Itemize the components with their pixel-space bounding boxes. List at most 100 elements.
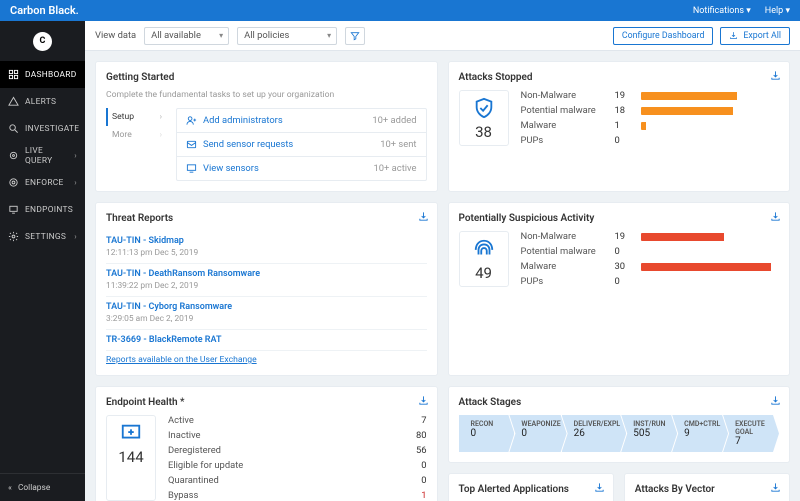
card-export-button[interactable] <box>770 482 781 493</box>
card-title: Attacks By Vector <box>635 484 779 495</box>
card-title: Potentially Suspicious Activity <box>459 213 780 224</box>
row-bar <box>641 233 780 241</box>
help-link[interactable]: Help ▾ <box>765 6 790 16</box>
stage-label: CMD+CTRL <box>684 420 722 428</box>
row-value: 0 <box>397 475 427 486</box>
sidebar-item-enforce[interactable]: ENFORCE› <box>0 169 85 196</box>
bar-row: Potential malware 0 <box>521 246 780 257</box>
threat-report-title[interactable]: TAU-TIN - DeathRansom Ransomware <box>106 269 427 279</box>
sidebar-item-settings[interactable]: SETTINGS› <box>0 223 85 250</box>
attack-stage[interactable]: WEAPONIZE0 <box>509 415 566 452</box>
row-label: Inactive <box>168 430 254 441</box>
row-label: Bypass <box>168 490 254 501</box>
card-export-button[interactable] <box>418 395 429 406</box>
attack-stage[interactable]: CMD+CTRL9 <box>672 415 728 452</box>
attack-stage[interactable]: RECON0 <box>459 415 515 452</box>
gs-meta: 10+ active <box>374 163 417 174</box>
metric-box: 49 <box>459 231 509 287</box>
attacks-stopped-card: Attacks Stopped 38 Non-Malware19Potentia… <box>448 61 791 192</box>
stat-row: Inactive 80 <box>168 430 427 441</box>
alert-icon <box>8 96 19 107</box>
gs-tab-more[interactable]: More› <box>106 126 166 144</box>
gs-link-admins[interactable]: Add administrators <box>203 115 283 126</box>
card-title: Threat Reports <box>106 213 427 224</box>
stage-label: WEAPONIZE <box>521 420 560 428</box>
view-sensors-icon <box>186 163 197 174</box>
attack-stage[interactable]: INST/RUN505 <box>621 415 677 452</box>
row-value: 0 <box>615 276 633 287</box>
row-value: 1 <box>615 120 633 131</box>
card-export-button[interactable] <box>770 395 781 406</box>
export-icon <box>729 31 738 40</box>
row-label: Potential malware <box>521 246 607 257</box>
card-export-button[interactable] <box>594 482 605 493</box>
threat-report-title[interactable]: TAU-TIN - Skidmap <box>106 236 427 246</box>
notifications-link[interactable]: Notifications ▾ <box>693 6 751 16</box>
suspicious-activity-card: Potentially Suspicious Activity 49 Non-M… <box>448 202 791 376</box>
threat-report-item[interactable]: TAU-TIN - Cyborg Ransomware3:29:05 am De… <box>106 297 427 330</box>
card-title: Endpoint Health * <box>106 397 427 408</box>
sidebar-item-investigate[interactable]: INVESTIGATE <box>0 115 85 142</box>
sidebar: C DASHBOARD ALERTS INVESTIGATE LIVE QUER… <box>0 21 85 501</box>
row-bar <box>641 137 780 145</box>
bar-row: Non-Malware19 <box>521 90 780 101</box>
attack-stage[interactable]: EXECUTE GOAL7 <box>723 415 779 452</box>
row-value: 0 <box>615 246 633 257</box>
export-icon <box>770 482 781 493</box>
livequery-icon <box>8 150 19 161</box>
stat-row: Deregistered56 <box>168 445 427 456</box>
stage-label: EXECUTE GOAL <box>735 420 773 436</box>
stage-label: RECON <box>471 420 509 428</box>
row-bar <box>641 263 780 271</box>
sidebar-item-dashboard[interactable]: DASHBOARD <box>0 61 85 88</box>
row-value: 0 <box>615 135 633 146</box>
row-value: 80 <box>397 430 427 441</box>
sidebar-item-livequery[interactable]: LIVE QUERY› <box>0 142 85 169</box>
threat-report-title[interactable]: TAU-TIN - Cyborg Ransomware <box>106 302 427 312</box>
investigate-icon <box>8 123 19 134</box>
gs-link-sensor-requests[interactable]: Send sensor requests <box>203 139 293 150</box>
row-label: Malware <box>521 120 607 131</box>
gs-link-view-sensors[interactable]: View sensors <box>203 163 259 174</box>
stage-label: DELIVER/EXPL <box>574 420 621 428</box>
gs-tab-setup[interactable]: Setup› <box>106 108 166 126</box>
threat-report-item[interactable]: TAU-TIN - DeathRansom Ransomware11:39:22… <box>106 264 427 297</box>
row-value: 7 <box>397 415 427 426</box>
stage-number: 0 <box>471 428 509 439</box>
export-icon <box>418 211 429 222</box>
sidebar-item-endpoints[interactable]: ENDPOINTS <box>0 196 85 223</box>
endpoint-plus-icon <box>120 422 142 444</box>
attack-stage[interactable]: DELIVER/EXPL26 <box>562 415 627 452</box>
gs-meta: 10+ added <box>372 115 416 126</box>
row-value: 56 <box>397 445 427 456</box>
card-export-button[interactable] <box>770 211 781 222</box>
card-export-button[interactable] <box>770 70 781 81</box>
chevron-down-icon: ▾ <box>785 6 790 16</box>
sidebar-item-alerts[interactable]: ALERTS <box>0 88 85 115</box>
sensor-request-icon <box>186 139 197 150</box>
export-all-button[interactable]: Export All <box>720 27 790 45</box>
filter-button[interactable] <box>345 27 365 45</box>
collapse-sidebar[interactable]: « Collapse <box>0 473 85 501</box>
policies-select[interactable]: All policies <box>237 27 337 45</box>
row-label: Non-Malware <box>521 231 607 242</box>
export-icon <box>770 70 781 81</box>
stage-number: 505 <box>633 428 671 439</box>
chevron-right-icon: › <box>74 178 77 187</box>
threat-report-item[interactable]: TR-3669 - BlackRemote RAT <box>106 330 427 351</box>
reports-more-link[interactable]: Reports available on the User Exchange <box>106 355 257 365</box>
stat-row: Bypass 1 <box>168 490 427 501</box>
row-value: 1 <box>397 490 427 501</box>
threat-report-item[interactable]: TAU-TIN - Skidmap12:11:13 pm Dec 5, 2019 <box>106 231 427 264</box>
threat-report-title[interactable]: TR-3669 - BlackRemote RAT <box>106 335 427 345</box>
admin-icon <box>186 115 197 126</box>
view-data-select[interactable]: All available <box>144 27 229 45</box>
dashboard-icon <box>8 69 19 80</box>
bar-row: PUPs0 <box>521 135 780 146</box>
card-export-button[interactable] <box>418 211 429 222</box>
main-content: View data All available All policies Con… <box>85 21 800 501</box>
configure-dashboard-button[interactable]: Configure Dashboard <box>613 27 714 45</box>
view-data-label: View data <box>95 30 136 41</box>
export-icon <box>770 211 781 222</box>
avatar[interactable]: C <box>33 32 52 51</box>
